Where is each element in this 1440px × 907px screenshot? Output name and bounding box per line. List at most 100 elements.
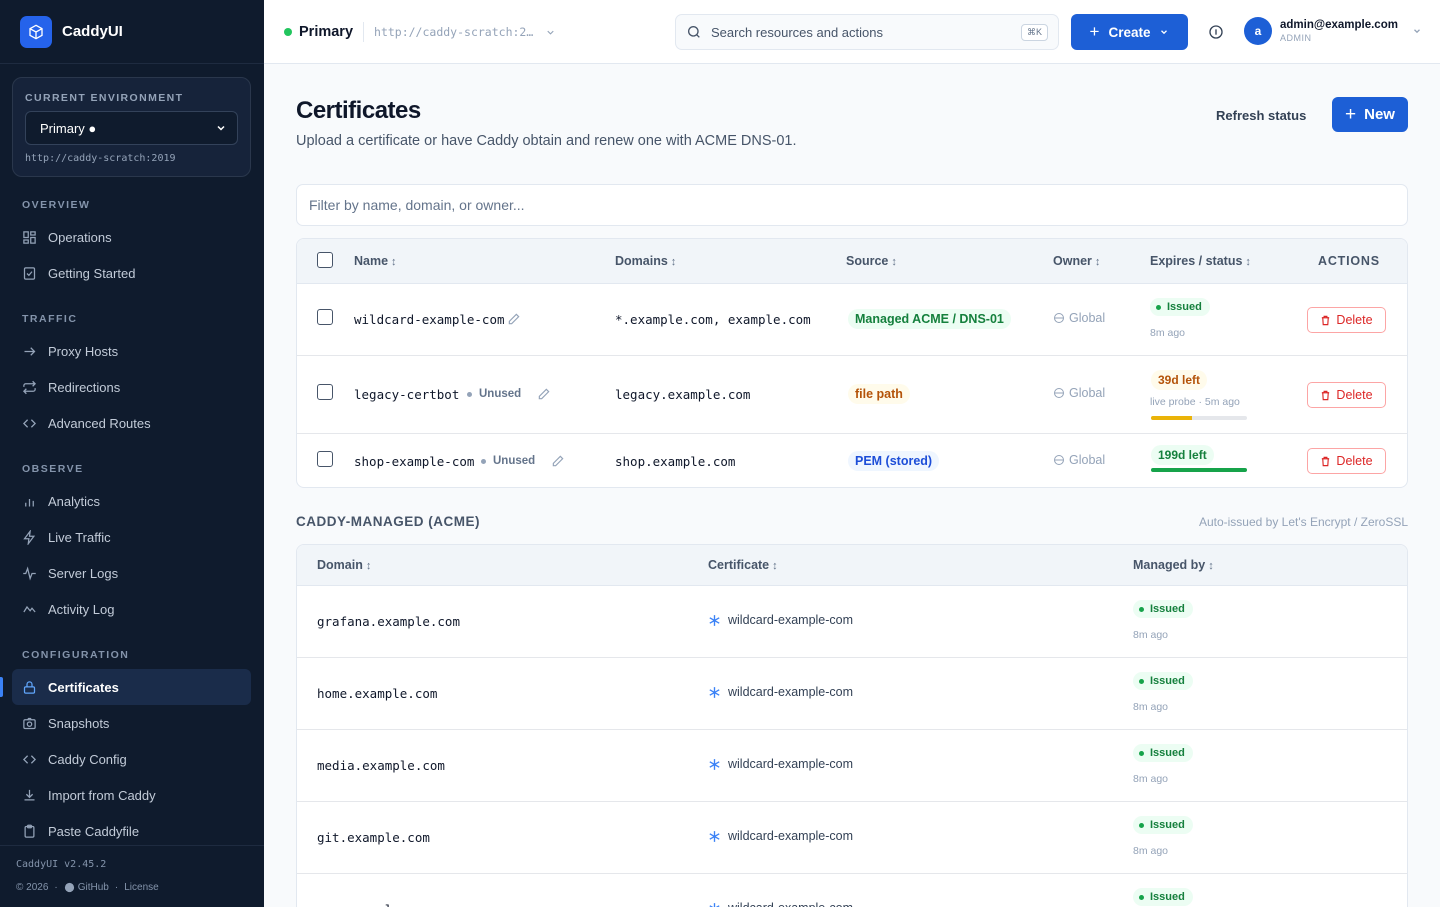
column-name[interactable]: Name ↕: [354, 254, 397, 268]
license-link[interactable]: License: [124, 882, 158, 893]
owner: Global: [1053, 453, 1105, 467]
page-title: Certificates: [296, 97, 421, 124]
app-version: CaddyUI v2.45.2: [16, 859, 107, 870]
sidebar-item-getting-started[interactable]: Getting Started: [12, 255, 251, 291]
cert-name[interactable]: wildcard-example-com: [354, 312, 505, 327]
create-button-label: Create: [1108, 24, 1151, 40]
sidebar-item-label: Import from Caddy: [48, 787, 156, 803]
certificate-name: wildcard-example-com: [728, 685, 854, 699]
acme-domain[interactable]: grafana.example.com: [317, 614, 460, 629]
certificate-link[interactable]: wildcard-example-com: [708, 757, 853, 771]
column-domains[interactable]: Domains ↕: [615, 254, 676, 268]
sidebar-item-label: Snapshots: [48, 715, 110, 731]
sort-icon: ↕: [670, 256, 677, 268]
row-checkbox[interactable]: [317, 384, 333, 400]
certificate-name: wildcard-example-com: [728, 613, 854, 627]
acme-domain[interactable]: git.example.com: [317, 830, 430, 845]
owner-label: Global: [1069, 386, 1106, 400]
refresh-status-button[interactable]: Refresh status: [1216, 108, 1306, 123]
column-managed-by[interactable]: Managed by ↕: [1133, 558, 1214, 572]
sidebar-item-label: Caddy Config: [48, 751, 127, 767]
sidebar-item-operations[interactable]: Operations: [12, 219, 251, 255]
sidebar-item-advanced-routes[interactable]: Advanced Routes: [12, 405, 251, 441]
delete-button[interactable]: Delete: [1307, 307, 1386, 333]
nav-section-overview: OVERVIEW: [22, 199, 91, 211]
environment-select[interactable]: Primary ●: [25, 111, 238, 145]
sort-icon: ↕: [891, 256, 897, 268]
column-domain[interactable]: Domain ↕: [317, 558, 371, 572]
environment-url: http://caddy-scratch:2019: [25, 153, 176, 164]
github-link[interactable]: GitHub: [78, 882, 109, 893]
chevron-down-icon: [217, 125, 225, 131]
asterisk-icon: [709, 902, 720, 907]
status-badge: Issued: [1150, 298, 1210, 316]
row-checkbox[interactable]: [317, 451, 333, 467]
cert-name[interactable]: legacy-certbot: [354, 387, 459, 402]
user-menu[interactable]: a admin@example.com ADMIN: [1244, 17, 1422, 45]
globe-icon: [1054, 313, 1064, 323]
environment-switcher[interactable]: Primary http://caddy-scratch:2…: [284, 0, 556, 64]
column-source[interactable]: Source ↕: [846, 254, 897, 268]
expiry-progress-fill: [1151, 468, 1247, 472]
delete-button[interactable]: Delete: [1307, 448, 1386, 474]
certificate-link[interactable]: wildcard-example-com: [708, 901, 853, 907]
owner-label: Global: [1069, 453, 1106, 467]
acme-domain[interactable]: app.example.com: [317, 902, 430, 907]
plus-icon: +: [1089, 22, 1100, 41]
sidebar-item-proxy-hosts[interactable]: Proxy Hosts: [12, 333, 251, 369]
create-button[interactable]: + Create: [1071, 14, 1188, 50]
sidebar-item-analytics[interactable]: Analytics: [12, 483, 251, 519]
global-search[interactable]: Search resources and actions ⌘K: [675, 14, 1059, 50]
brand[interactable]: CaddyUI: [0, 0, 264, 64]
table-header: Domain ↕ Certificate ↕ Managed by ↕: [297, 545, 1407, 586]
acme-domain[interactable]: media.example.com: [317, 758, 445, 773]
sidebar-item-caddy-config[interactable]: Caddy Config: [12, 741, 251, 777]
column-actions: ACTIONS: [1318, 254, 1380, 268]
sidebar-item-activity-log[interactable]: Activity Log: [12, 591, 251, 627]
edit-icon[interactable]: [507, 312, 521, 326]
owner: Global: [1053, 311, 1105, 325]
edit-icon[interactable]: [537, 387, 551, 401]
sidebar-item-import-from-caddy[interactable]: Import from Caddy: [12, 777, 251, 813]
separator: ·: [54, 882, 58, 893]
repeat-icon: [22, 380, 37, 394]
status-dot: [467, 391, 472, 397]
sidebar-item-server-logs[interactable]: Server Logs: [12, 555, 251, 591]
pulse-icon: [23, 565, 36, 581]
cert-domains: *.example.com, example.com: [615, 312, 811, 327]
sidebar-item-live-traffic[interactable]: Live Traffic: [12, 519, 251, 555]
sidebar-item-snapshots[interactable]: Snapshots: [12, 705, 251, 741]
column-expires[interactable]: Expires / status ↕: [1150, 254, 1251, 268]
status-time: 8m ago: [1133, 701, 1169, 713]
acme-domain[interactable]: home.example.com: [317, 686, 437, 701]
column-certificate[interactable]: Certificate ↕: [708, 558, 778, 572]
sort-icon: ↕: [1208, 560, 1214, 572]
delete-label: Delete: [1336, 388, 1373, 402]
row-checkbox[interactable]: [317, 309, 333, 325]
certificate-link[interactable]: wildcard-example-com: [708, 829, 853, 843]
sidebar-item-paste-caddyfile[interactable]: Paste Caddyfile: [12, 813, 251, 849]
sidebar-item-redirections[interactable]: Redirections: [12, 369, 251, 405]
table-row: home.example.com wildcard-example-com Is…: [297, 658, 1407, 730]
avatar: a: [1244, 17, 1272, 45]
asterisk-icon: [709, 614, 720, 626]
edit-icon[interactable]: [551, 454, 565, 468]
logo-cube-icon: [20, 15, 52, 48]
certificate-link[interactable]: wildcard-example-com: [708, 613, 853, 627]
nav-section-observe: OBSERVE: [22, 463, 84, 475]
table-row: media.example.com wildcard-example-com I…: [297, 730, 1407, 802]
delete-button[interactable]: Delete: [1307, 382, 1386, 408]
bar-chart-icon: [25, 498, 34, 506]
brand-name: CaddyUI: [62, 23, 123, 40]
certificate-link[interactable]: wildcard-example-com: [708, 685, 853, 699]
filter-input[interactable]: Filter by name, domain, or owner...: [296, 184, 1408, 226]
cert-name[interactable]: shop-example-com: [354, 454, 474, 469]
sidebar-item-certificates[interactable]: Certificates: [12, 669, 251, 705]
select-all-checkbox[interactable]: [317, 252, 333, 268]
new-certificate-button[interactable]: + New: [1332, 97, 1408, 132]
owner-label: Global: [1069, 311, 1106, 325]
info-icon[interactable]: [1208, 24, 1224, 40]
sidebar-item-label: Operations: [48, 229, 112, 245]
trash-icon: [1322, 315, 1330, 325]
column-owner[interactable]: Owner ↕: [1053, 254, 1100, 268]
